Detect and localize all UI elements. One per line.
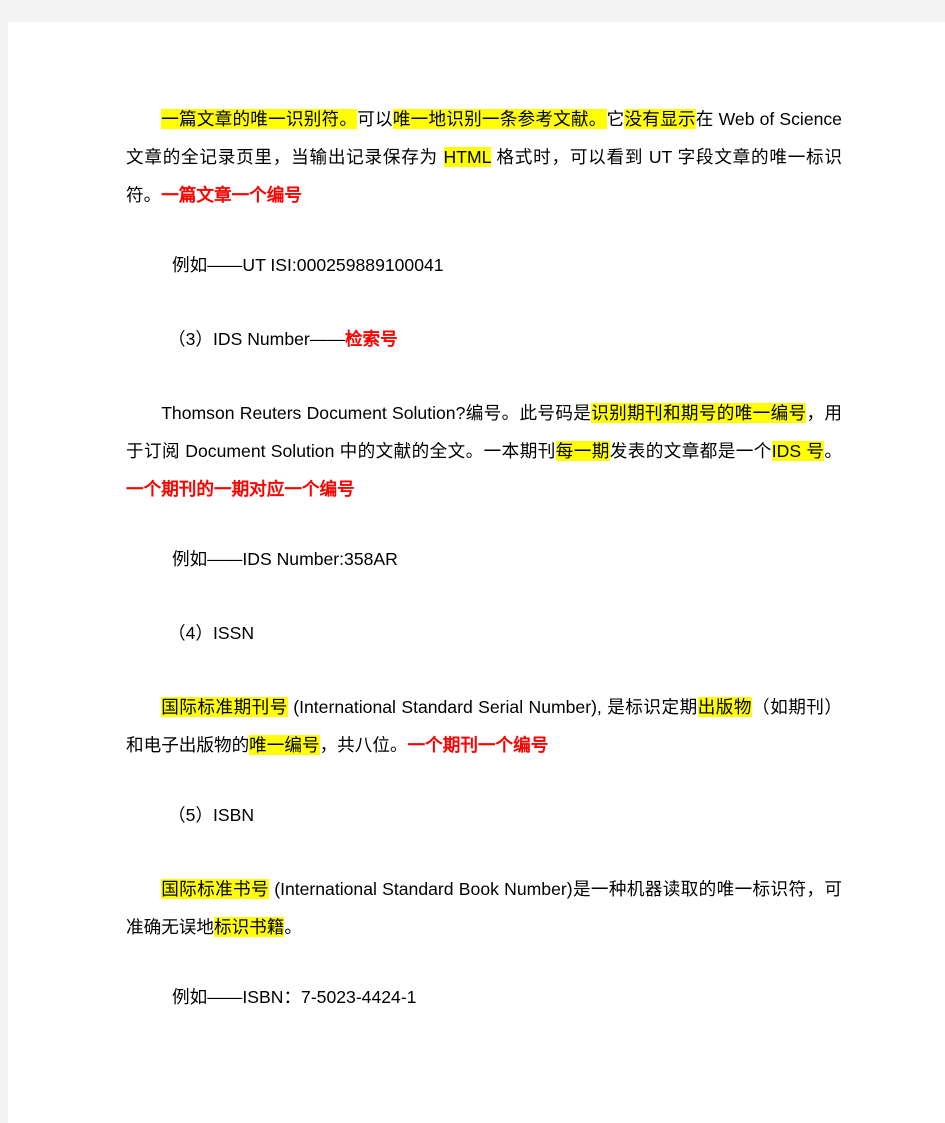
emphasis-text: 一个期刊的一期对应一个编号	[126, 479, 355, 499]
emphasis-text: 一篇文章一个编号	[161, 185, 302, 205]
highlighted-text: 唯一编号	[249, 735, 320, 755]
plain-text: Thomson Reuters Document Solution?编号。此号码…	[161, 403, 592, 423]
plain-text: 发表的文章都是一个	[609, 441, 772, 461]
highlighted-text: 标识书籍	[213, 917, 285, 937]
highlighted-text: 没有显示	[624, 109, 696, 129]
paragraph-issn-description: 国际标准期刊号 (International Standard Serial N…	[126, 688, 842, 764]
plain-text: 可以	[357, 109, 393, 129]
document-page: 一篇文章的唯一识别符。可以唯一地识别一条参考文献。它没有显示在 Web of S…	[8, 22, 945, 1123]
highlighted-text: 每一期	[555, 441, 610, 461]
document-text-body: 一篇文章的唯一识别符。可以唯一地识别一条参考文献。它没有显示在 Web of S…	[126, 100, 842, 1052]
highlighted-text: 唯一地识别一条参考文献。	[392, 109, 607, 129]
paragraph-ids-example: 例如——IDS Number:358AR	[126, 540, 842, 578]
paragraph-ids-heading: （3）IDS Number——检索号	[126, 320, 842, 358]
paragraph-ut-description: 一篇文章的唯一识别符。可以唯一地识别一条参考文献。它没有显示在 Web of S…	[126, 100, 842, 214]
paragraph-isbn-heading: （5）ISBN	[126, 796, 842, 834]
highlighted-text: IDS 号	[771, 441, 825, 461]
paragraph-ut-example: 例如——UT ISI:000259889100041	[126, 246, 842, 284]
highlighted-text: 国际标准期刊号	[161, 697, 288, 717]
paragraph-isbn-description: 国际标准书号 (International Standard Book Numb…	[126, 870, 842, 946]
highlighted-text: 一篇文章的唯一识别符。	[161, 109, 358, 129]
plain-text: （3）IDS Number——	[168, 329, 345, 349]
plain-text: （5）ISBN	[168, 805, 255, 825]
highlighted-text: 国际标准书号	[161, 879, 269, 899]
plain-text: 例如——UT ISI:000259889100041	[172, 255, 444, 275]
paragraph-ids-description: Thomson Reuters Document Solution?编号。此号码…	[126, 394, 842, 508]
highlighted-text: HTML	[443, 147, 491, 167]
emphasis-text: 一个期刊一个编号	[407, 735, 549, 755]
paragraph-issn-heading: （4）ISSN	[126, 614, 842, 652]
highlighted-text: 出版物	[697, 697, 752, 717]
plain-text: 例如——ISBN：7-5023-4424-1	[172, 987, 417, 1007]
plain-text: 例如——IDS Number:358AR	[172, 549, 398, 569]
highlighted-text: 识别期刊和期号的唯一编号	[591, 403, 807, 423]
plain-text: 它	[606, 109, 625, 129]
emphasis-text: 检索号	[344, 329, 398, 349]
paragraph-isbn-example: 例如——ISBN：7-5023-4424-1	[126, 978, 842, 1016]
plain-text: 。	[284, 917, 302, 937]
plain-text: 。	[824, 441, 842, 461]
plain-text: （4）ISSN	[168, 623, 255, 643]
plain-text: (International Standard Serial Number), …	[287, 697, 698, 717]
plain-text: ，共八位。	[319, 735, 408, 755]
